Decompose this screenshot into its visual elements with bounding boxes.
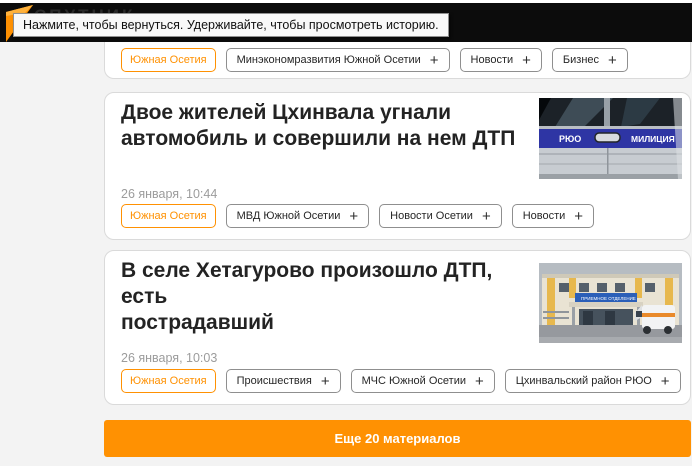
previous-article-tags-panel: Южная Осетия Минэкономразвития Южной Осе… bbox=[104, 42, 691, 79]
plus-icon: + bbox=[574, 209, 583, 224]
plus-icon: + bbox=[349, 209, 358, 224]
tag-region[interactable]: Южная Осетия bbox=[121, 369, 216, 393]
tag-chip[interactable]: Происшествия + bbox=[226, 369, 341, 393]
article-tagrow: Южная Осетия МВД Южной Осетии + Новости … bbox=[121, 204, 594, 228]
police-car-illustration: РЮО МИЛИЦИЯ bbox=[539, 98, 682, 179]
plus-icon: + bbox=[608, 53, 617, 68]
tag-region[interactable]: Южная Осетия bbox=[121, 48, 216, 72]
plus-icon: + bbox=[430, 53, 439, 68]
article-title[interactable]: Двое жителей Цхинвала угнали автомобиль … bbox=[121, 100, 541, 152]
article-card: Двое жителей Цхинвала угнали автомобиль … bbox=[104, 92, 691, 240]
tag-label: Новости bbox=[523, 210, 566, 222]
load-more-button[interactable]: Еще 20 материалов bbox=[104, 420, 691, 457]
tag-chip[interactable]: Бизнес + bbox=[552, 48, 628, 72]
article-date: 26 января, 10:03 bbox=[121, 351, 217, 365]
article-photo-hospital[interactable]: ПРИЕМНОЕ ОТДЕЛЕНИЕ bbox=[539, 263, 682, 343]
tag-chip[interactable]: Новости + bbox=[512, 204, 594, 228]
tag-label: Бизнес bbox=[563, 54, 599, 66]
tag-chip[interactable]: Новости Осетии + bbox=[379, 204, 502, 228]
tag-label: Новости bbox=[471, 54, 514, 66]
plus-icon: + bbox=[475, 374, 484, 389]
tag-chip[interactable]: Новости + bbox=[460, 48, 542, 72]
police-car-text-right: МИЛИЦИЯ bbox=[631, 134, 675, 144]
tag-label: Происшествия bbox=[237, 375, 312, 387]
plus-icon: + bbox=[522, 53, 531, 68]
site-header: СПУТНИК Нажмите, чтобы вернуться. Удержи… bbox=[0, 0, 692, 42]
tag-chip[interactable]: МЧС Южной Осетии + bbox=[351, 369, 495, 393]
hospital-sign-text: ПРИЕМНОЕ ОТДЕЛЕНИЕ bbox=[581, 296, 636, 301]
tag-label: Новости Осетии bbox=[390, 210, 473, 222]
tag-chip[interactable]: Минэкономразвития Южной Осетии + bbox=[226, 48, 450, 72]
police-car-text-left: РЮО bbox=[559, 134, 581, 144]
tag-label: Минэкономразвития Южной Осетии bbox=[237, 54, 421, 66]
tag-label: МВД Южной Осетии bbox=[237, 210, 341, 222]
article-tagrow: Южная Осетия Происшествия + МЧС Южной Ос… bbox=[121, 369, 681, 393]
plus-icon: + bbox=[321, 374, 330, 389]
plus-icon: + bbox=[661, 374, 670, 389]
hospital-illustration: ПРИЕМНОЕ ОТДЕЛЕНИЕ bbox=[539, 263, 682, 343]
article-card: В селе Хетагурово произошло ДТП, есть по… bbox=[104, 250, 691, 405]
tag-label: Цхинвальский район РЮО bbox=[516, 375, 652, 387]
tag-chip[interactable]: Цхинвальский район РЮО + bbox=[505, 369, 681, 393]
article-title[interactable]: В селе Хетагурово произошло ДТП, есть по… bbox=[121, 258, 541, 336]
back-history-tooltip: Нажмите, чтобы вернуться. Удерживайте, ч… bbox=[13, 13, 449, 37]
tag-chip[interactable]: МВД Южной Осетии + bbox=[226, 204, 370, 228]
tag-label: МЧС Южной Осетии bbox=[362, 375, 466, 387]
tag-region[interactable]: Южная Осетия bbox=[121, 204, 216, 228]
plus-icon: + bbox=[482, 209, 491, 224]
article-photo-police-car[interactable]: РЮО МИЛИЦИЯ bbox=[539, 98, 682, 179]
article-date: 26 января, 10:44 bbox=[121, 187, 217, 201]
